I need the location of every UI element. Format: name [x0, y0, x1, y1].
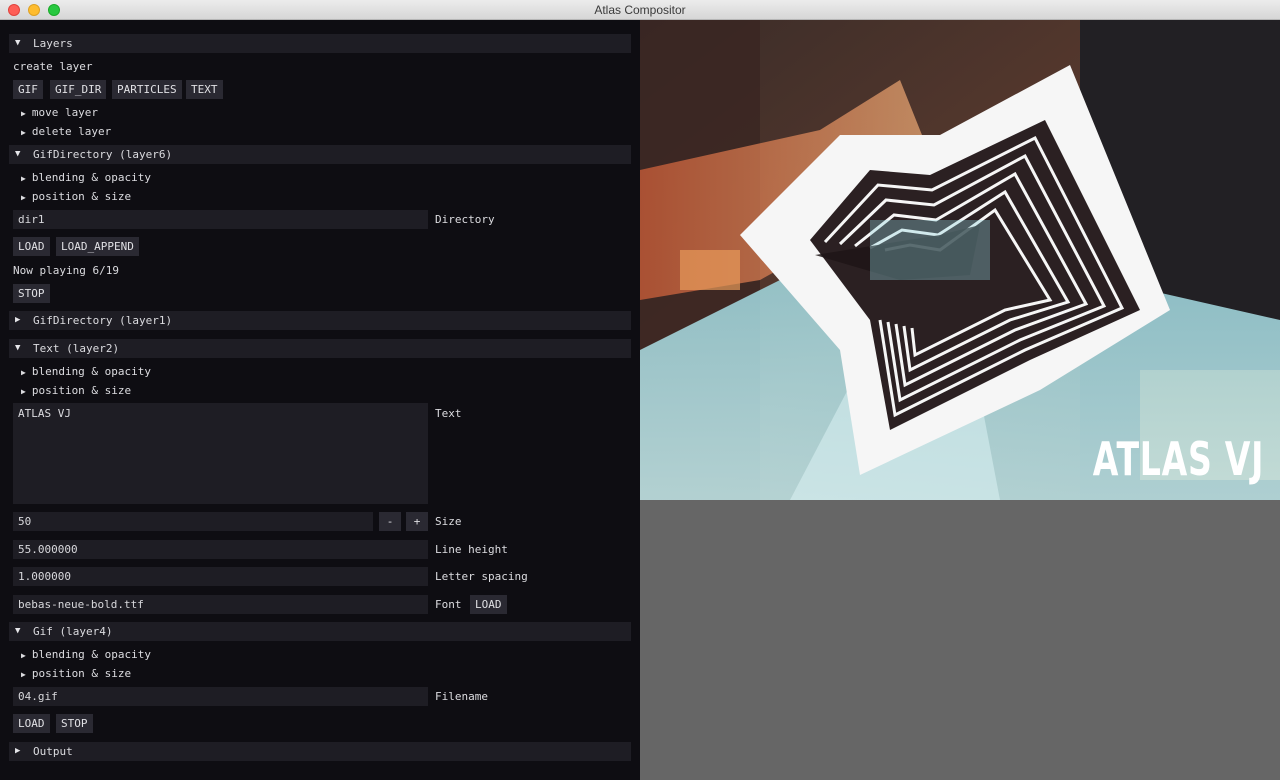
- blending-opacity-node[interactable]: ▶ blending & opacity: [21, 364, 151, 380]
- triangle-right-icon: ▶: [21, 128, 26, 137]
- control-panel: ▼ Layers create layer GIF GIF_DIR PARTIC…: [0, 20, 639, 780]
- text-layer2-label: Text (layer2): [33, 342, 120, 355]
- size-decrement-button[interactable]: -: [379, 512, 401, 531]
- gif-layer4-label: Gif (layer4): [33, 625, 113, 638]
- line-height-label: Line height: [435, 543, 508, 556]
- blending-opacity-node[interactable]: ▶ blending & opacity: [21, 170, 151, 186]
- triangle-down-icon: ▼: [15, 149, 21, 159]
- stop-button[interactable]: STOP: [56, 714, 93, 733]
- directory-label: Directory: [435, 213, 495, 226]
- triangle-right-icon: ▶: [15, 746, 21, 756]
- font-load-button[interactable]: LOAD: [470, 595, 507, 614]
- triangle-right-icon: ▶: [21, 174, 26, 183]
- size-input[interactable]: 50: [13, 512, 373, 531]
- triangle-down-icon: ▼: [15, 626, 21, 636]
- blending-opacity-label: blending & opacity: [31, 648, 152, 661]
- delete-layer-node[interactable]: ▶ delete layer: [21, 124, 111, 140]
- create-text-button[interactable]: TEXT: [186, 80, 223, 99]
- triangle-down-icon: ▼: [15, 38, 21, 48]
- directory-input[interactable]: dir1: [13, 210, 428, 229]
- window-title: Atlas Compositor: [594, 3, 686, 17]
- text-input[interactable]: ATLAS VJ: [13, 403, 428, 504]
- position-size-node[interactable]: ▶ position & size: [21, 666, 131, 682]
- position-size-node[interactable]: ▶ position & size: [21, 189, 131, 205]
- gifdirectory-layer6-label: GifDirectory (layer6): [33, 148, 173, 161]
- blending-opacity-label: blending & opacity: [31, 171, 152, 184]
- triangle-right-icon: ▶: [21, 109, 26, 118]
- layers-header[interactable]: ▼ Layers: [9, 34, 631, 53]
- load-button[interactable]: LOAD: [13, 237, 50, 256]
- blending-opacity-node[interactable]: ▶ blending & opacity: [21, 647, 151, 663]
- triangle-right-icon: ▶: [21, 387, 26, 396]
- preview-overlay-text: ATLAS VJ: [1092, 432, 1264, 486]
- create-particles-button[interactable]: PARTICLES: [112, 80, 182, 99]
- move-layer-node[interactable]: ▶ move layer: [21, 105, 98, 121]
- preview-image: [640, 20, 1280, 500]
- output-header[interactable]: ▶ Output: [9, 742, 631, 761]
- stop-button[interactable]: STOP: [13, 284, 50, 303]
- title-bar: Atlas Compositor: [0, 0, 1280, 20]
- filename-input[interactable]: 04.gif: [13, 687, 428, 706]
- gifdirectory-layer1-label: GifDirectory (layer1): [33, 314, 173, 327]
- size-increment-button[interactable]: +: [406, 512, 428, 531]
- empty-output-area: [640, 500, 1280, 780]
- delete-layer-label: delete layer: [31, 125, 112, 138]
- filename-label: Filename: [435, 690, 488, 703]
- triangle-right-icon: ▶: [21, 193, 26, 202]
- text-label: Text: [435, 407, 462, 420]
- position-size-node[interactable]: ▶ position & size: [21, 383, 131, 399]
- load-append-button[interactable]: LOAD_APPEND: [56, 237, 139, 256]
- letter-spacing-input[interactable]: 1.000000: [13, 567, 428, 586]
- font-label: Font: [435, 598, 462, 611]
- create-layer-label: create layer: [13, 60, 93, 73]
- load-button[interactable]: LOAD: [13, 714, 50, 733]
- blending-opacity-label: blending & opacity: [31, 365, 152, 378]
- move-layer-label: move layer: [31, 106, 99, 119]
- triangle-right-icon: ▶: [15, 315, 21, 325]
- now-playing-text: Now playing 6/19: [13, 264, 119, 277]
- text-layer2-header[interactable]: ▼ Text (layer2): [9, 339, 631, 358]
- create-gif-button[interactable]: GIF: [13, 80, 43, 99]
- preview-canvas: ATLAS VJ: [640, 20, 1280, 500]
- gifdirectory-layer1-header[interactable]: ▶ GifDirectory (layer1): [9, 311, 631, 330]
- letter-spacing-label: Letter spacing: [435, 570, 528, 583]
- gif-layer4-header[interactable]: ▼ Gif (layer4): [9, 622, 631, 641]
- triangle-right-icon: ▶: [21, 368, 26, 377]
- position-size-label: position & size: [31, 190, 132, 203]
- triangle-down-icon: ▼: [15, 343, 21, 353]
- triangle-right-icon: ▶: [21, 670, 26, 679]
- output-header-label: Output: [33, 745, 73, 758]
- gifdirectory-layer6-header[interactable]: ▼ GifDirectory (layer6): [9, 145, 631, 164]
- position-size-label: position & size: [31, 667, 132, 680]
- triangle-right-icon: ▶: [21, 651, 26, 660]
- position-size-label: position & size: [31, 384, 132, 397]
- layers-header-label: Layers: [33, 37, 73, 50]
- create-gif-dir-button[interactable]: GIF_DIR: [50, 80, 107, 99]
- line-height-input[interactable]: 55.000000: [13, 540, 428, 559]
- size-label: Size: [435, 515, 462, 528]
- font-input[interactable]: bebas-neue-bold.ttf: [13, 595, 428, 614]
